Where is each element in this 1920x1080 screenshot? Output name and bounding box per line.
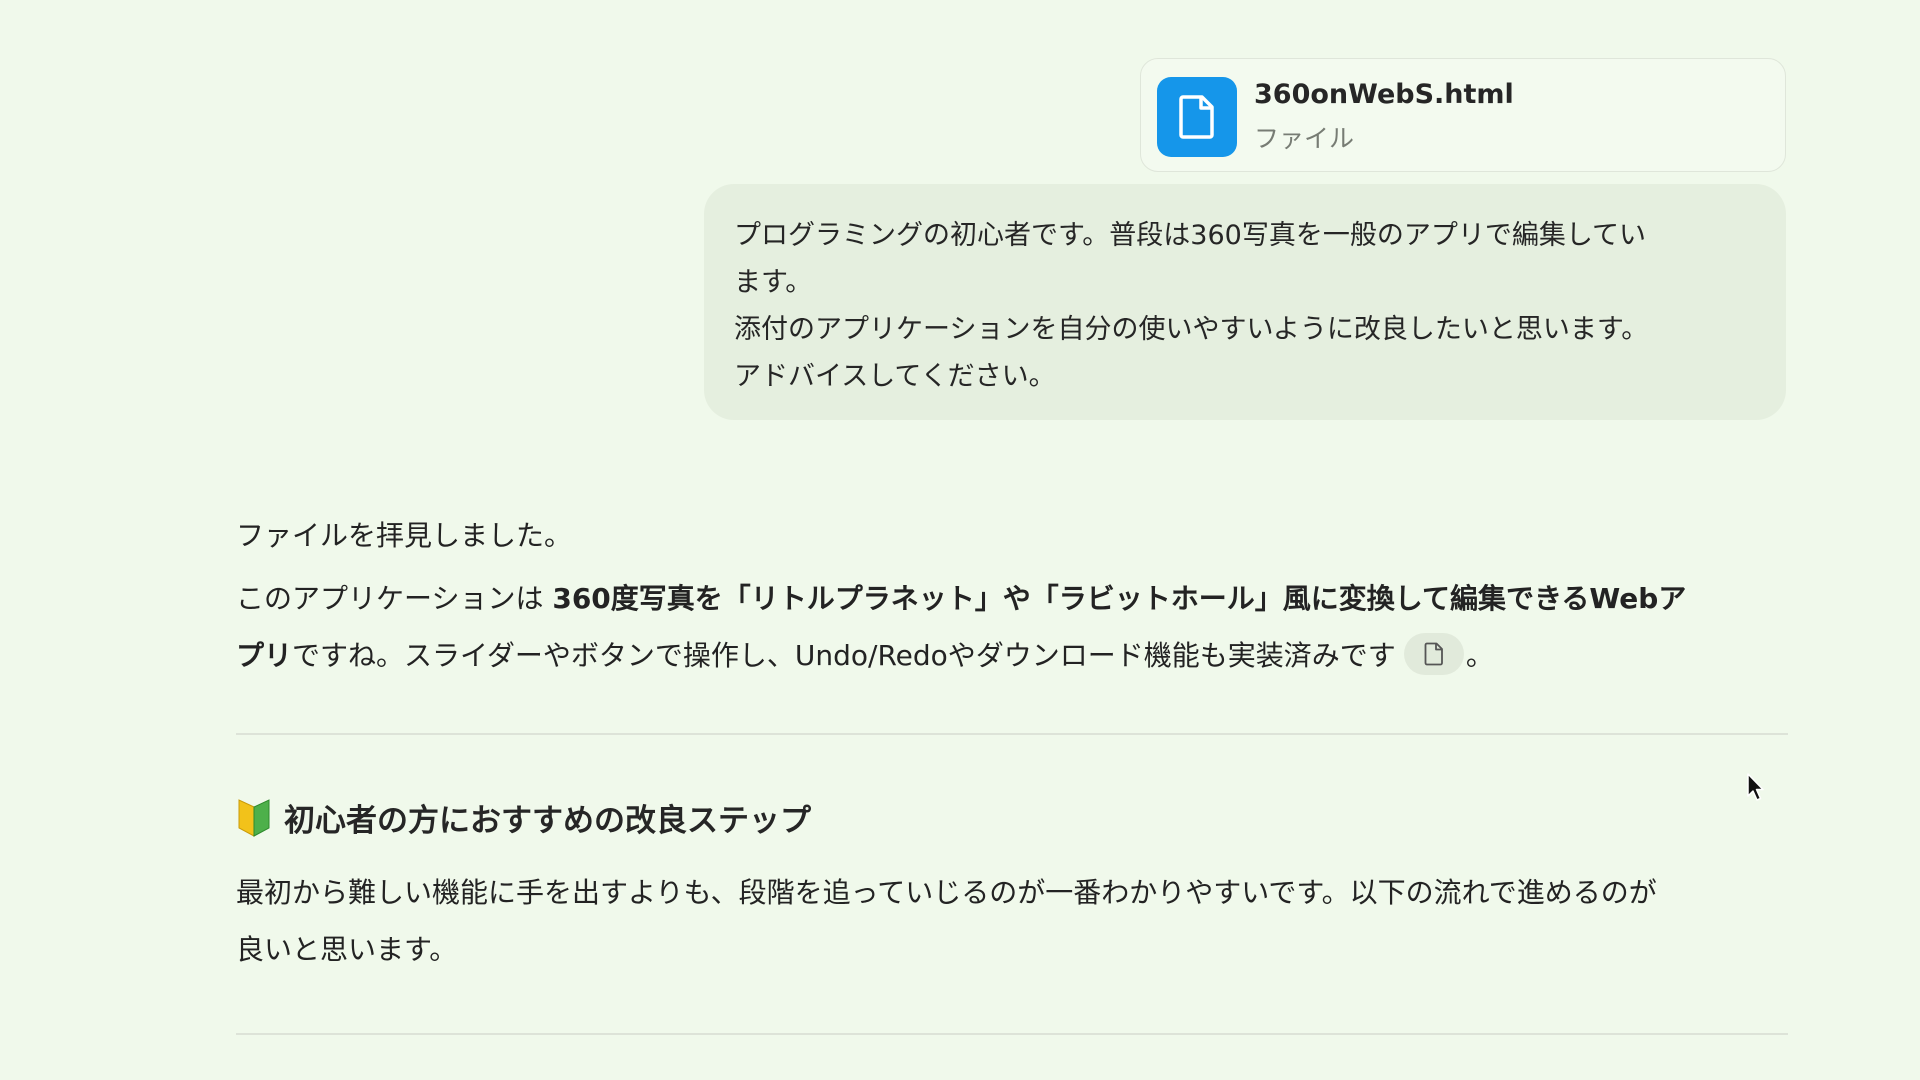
mouse-cursor-icon [1746, 772, 1766, 806]
section-divider [236, 733, 1788, 735]
paragraph-bold: 360度写真を「リトルプラネット」や「ラビットホール」風に変換して編集できるWe… [552, 582, 1687, 615]
file-attachment-card[interactable]: 360onWebS.html ファイル [1140, 58, 1786, 172]
user-message-line: プログラミングの初心者です。普段は360写真を一般のアプリで編集してい [734, 220, 1647, 251]
paragraph-prefix: このアプリケーションは [236, 582, 553, 615]
section-body-line: 最初から難しい機能に手を出すよりも、段階を追っていじるのが一番わかりやすいです。… [236, 876, 1657, 909]
document-icon [1157, 77, 1237, 157]
file-name: 360onWebS.html [1254, 79, 1514, 110]
section-body: 最初から難しい機能に手を出すよりも、段階を追っていじるのが一番わかりやすいです。… [236, 864, 1788, 978]
paragraph-bold-continued: プリ [236, 639, 293, 672]
section-divider [236, 1033, 1788, 1035]
paragraph-rest: ですね。スライダーやボタンで操作し、Undo/Redoやダウンロード機能も実装済… [292, 639, 1396, 672]
paragraph-line-1: このアプリケーションは 360度写真を「リトルプラネット」や「ラビットホール」風… [236, 582, 1686, 615]
file-type-label: ファイル [1254, 124, 1355, 153]
user-message-line: 添付のアプリケーションを自分の使いやすいように改良したいと思います。 [734, 314, 1649, 345]
document-icon [1424, 642, 1443, 666]
response-paragraph: このアプリケーションは 360度写真を「リトルプラネット」や「ラビットホール」風… [236, 570, 1788, 684]
response-intro: ファイルを拝見しました。 [236, 519, 573, 552]
section-body-line: 良いと思います。 [236, 933, 458, 966]
user-message-bubble: プログラミングの初心者です。普段は360写真を一般のアプリで編集してい ます。 … [704, 184, 1786, 420]
citation-chip[interactable] [1403, 633, 1464, 675]
paragraph-line-2: プリですね。スライダーやボタンで操作し、Undo/Redoやダウンロード機能も実… [236, 633, 1494, 675]
paragraph-suffix: 。 [1465, 639, 1494, 672]
user-message-line: ます。 [734, 267, 813, 298]
section-title: 初心者の方におすすめの改良ステップ [284, 803, 811, 839]
user-message-line: アドバイスしてください。 [734, 361, 1056, 392]
beginner-mark-icon [236, 798, 272, 837]
section-heading: 初心者の方におすすめの改良ステップ [236, 795, 811, 840]
